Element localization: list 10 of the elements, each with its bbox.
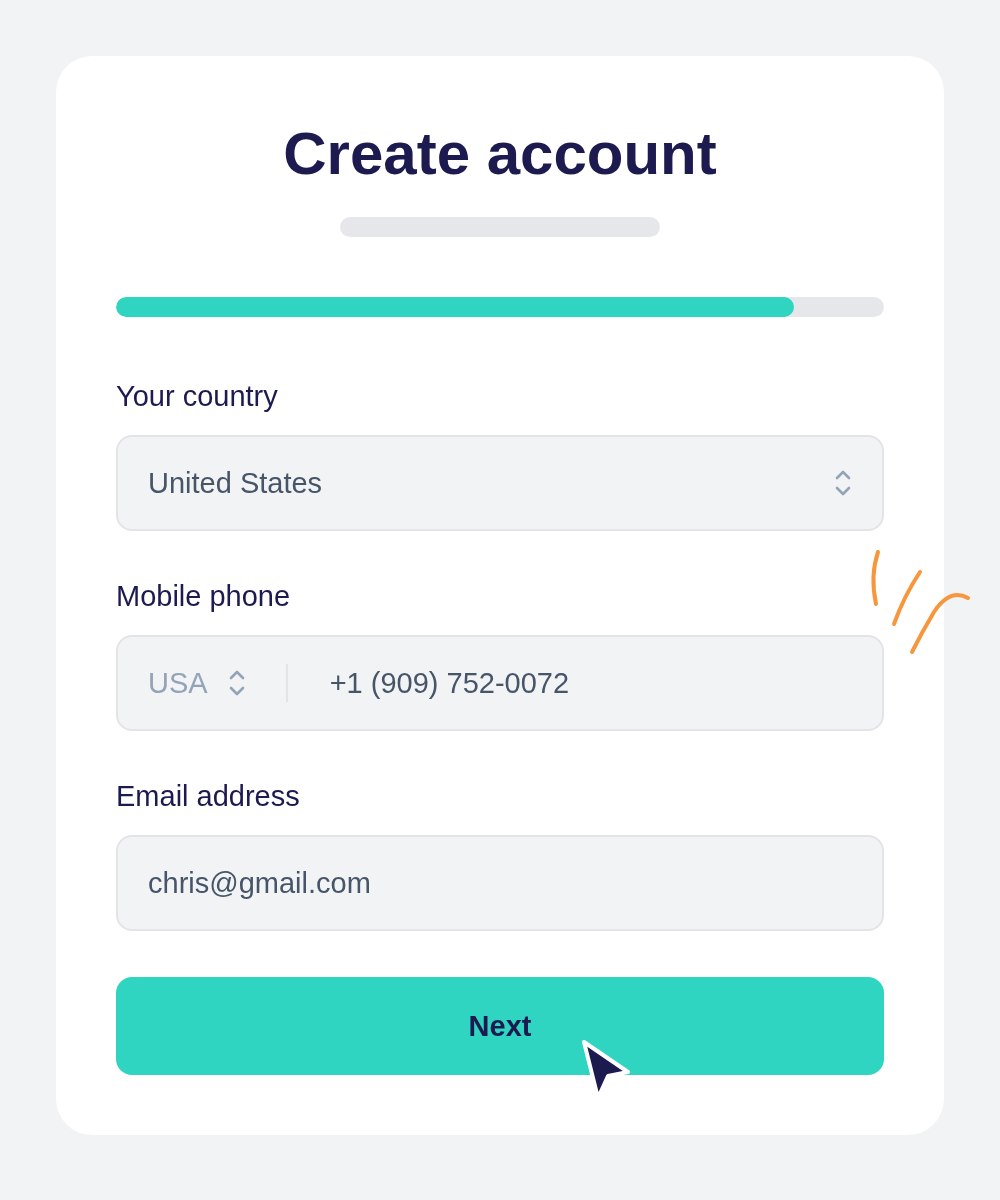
- field-label: Email address: [116, 779, 301, 814]
- chevron-up-down-icon: [834, 468, 852, 498]
- phone-input[interactable]: +1 (909) 752-0072: [329, 666, 852, 700]
- country-select[interactable]: United States: [116, 435, 884, 531]
- field-label: Mobile phone: [116, 579, 292, 614]
- email-input[interactable]: chris@gmail.com: [116, 835, 884, 931]
- chevron-up-down-icon: [227, 668, 246, 698]
- next-button[interactable]: Next: [116, 977, 884, 1075]
- form-title: Create account: [283, 119, 717, 189]
- field-label: Your country: [116, 379, 279, 414]
